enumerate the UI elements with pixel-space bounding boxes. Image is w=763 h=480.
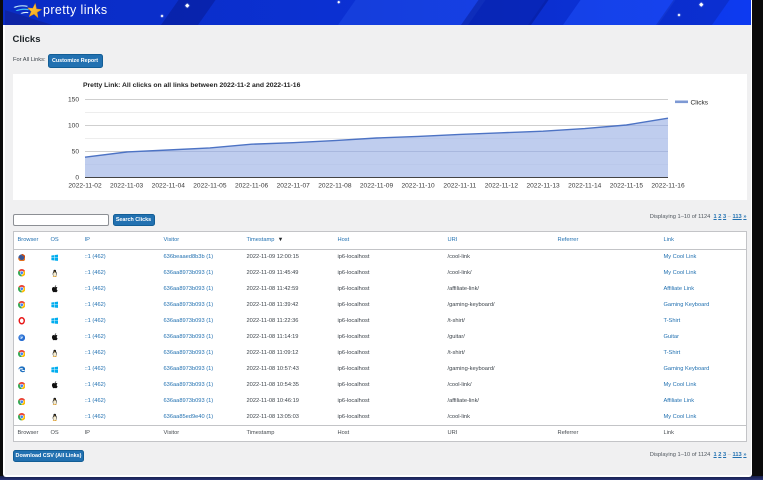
svg-text:2022-11-12: 2022-11-12 [485,183,519,190]
svg-text:2022-11-03: 2022-11-03 [110,183,144,190]
svg-text:2022-11-06: 2022-11-06 [235,183,269,190]
svg-text:Pretty Link: All clicks on all: Pretty Link: All clicks on all links bet… [83,82,301,89]
svg-text:0: 0 [75,174,79,181]
svg-text:2022-11-08: 2022-11-08 [318,183,352,190]
svg-text:150: 150 [68,96,79,103]
svg-text:2022-11-05: 2022-11-05 [193,183,227,190]
svg-text:2022-11-07: 2022-11-07 [277,183,311,190]
svg-text:2022-11-16: 2022-11-16 [651,183,685,190]
svg-text:2022-11-11: 2022-11-11 [443,183,476,190]
svg-text:2022-11-04: 2022-11-04 [152,183,186,190]
svg-text:Clicks: Clicks [691,99,709,106]
svg-text:2022-11-15: 2022-11-15 [610,183,644,190]
svg-text:2022-11-02: 2022-11-02 [68,183,102,190]
svg-text:2022-11-10: 2022-11-10 [401,183,435,190]
svg-text:50: 50 [72,148,80,155]
svg-text:100: 100 [68,122,79,129]
svg-text:2022-11-14: 2022-11-14 [568,183,602,190]
svg-text:2022-11-13: 2022-11-13 [526,183,560,190]
svg-text:2022-11-09: 2022-11-09 [360,183,394,190]
